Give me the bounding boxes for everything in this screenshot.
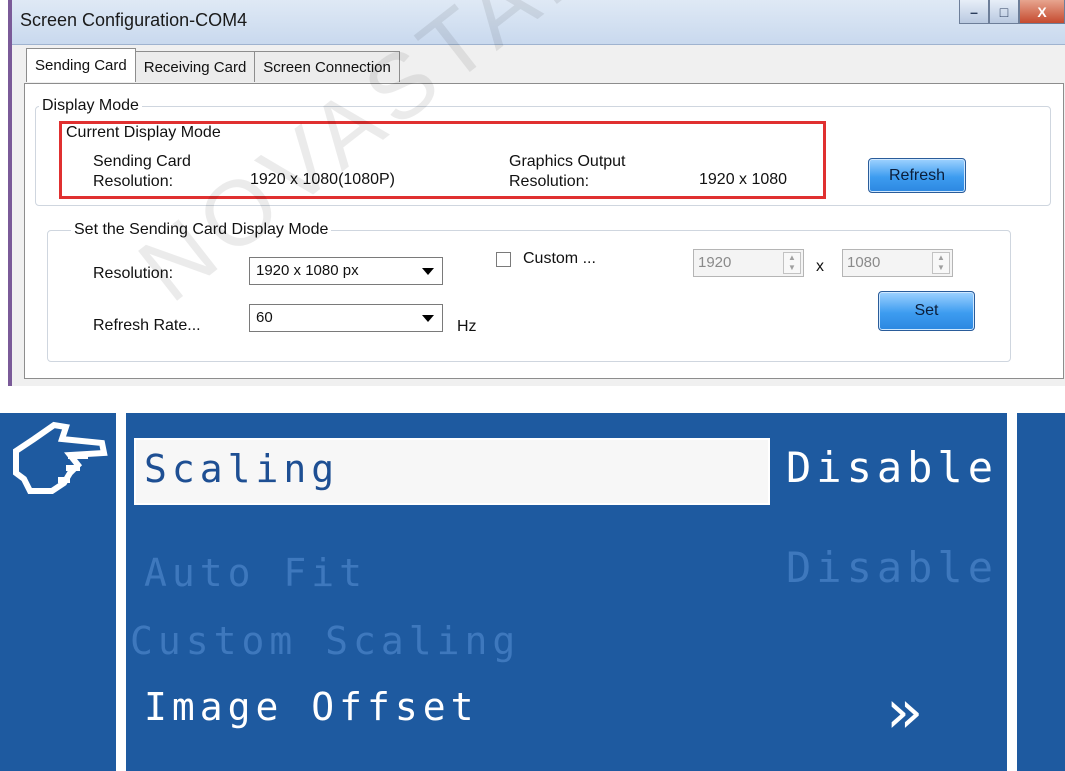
hand-pointer-icon — [13, 421, 108, 494]
tab-bar: Sending Card Receiving Card Screen Conne… — [26, 48, 400, 82]
tab-receiving-card[interactable]: Receiving Card — [134, 51, 256, 82]
custom-width-value: 1920 — [698, 254, 732, 271]
hz-label: Hz — [457, 318, 477, 335]
display-mode-label: Display Mode — [39, 97, 142, 115]
times-label: x — [816, 258, 824, 275]
custom-checkbox[interactable] — [496, 252, 511, 267]
custom-height-value: 1080 — [847, 254, 881, 271]
custom-width-spinner[interactable]: 1920 ▲ ▼ — [693, 249, 804, 277]
sending-card-resolution-label-line1: Sending Card — [93, 153, 191, 170]
double-chevron-right-icon[interactable]: » — [886, 677, 922, 747]
maximize-button[interactable]: □ — [989, 0, 1019, 24]
resolution-select[interactable]: 1920 x 1080 px — [249, 257, 443, 285]
sending-card-resolution-label-line2: Resolution: — [93, 173, 174, 190]
graphics-output-resolution-label-line1: Graphics Output — [509, 153, 626, 170]
menu-item-scaling-label[interactable]: Scaling — [144, 447, 339, 491]
tab-screen-connection[interactable]: Screen Connection — [254, 51, 400, 82]
title-bar: Screen Configuration-COM4 – □ X — [12, 0, 1065, 45]
refresh-button[interactable]: Refresh — [868, 158, 966, 193]
menu-item-image-offset-label[interactable]: Image Offset — [144, 685, 479, 729]
sending-card-resolution-value: 1920 x 1080(1080P) — [250, 171, 395, 188]
menu-item-auto-fit-value: Disable — [786, 543, 999, 592]
tab-sending-card[interactable]: Sending Card — [26, 48, 136, 82]
menu-item-custom-scaling-label: Custom Scaling — [130, 619, 521, 663]
set-button[interactable]: Set — [878, 291, 975, 331]
resolution-select-value: 1920 x 1080 px — [256, 262, 359, 279]
resolution-label: Resolution: — [93, 265, 174, 282]
window-title: Screen Configuration-COM4 — [20, 10, 248, 30]
menu-item-auto-fit-label: Auto Fit — [144, 551, 368, 595]
set-display-mode-label: Set the Sending Card Display Mode — [71, 221, 332, 239]
refresh-rate-select[interactable]: 60 — [249, 304, 443, 332]
lcd-menu-panel: Scaling Disable Auto Fit Disable Custom … — [0, 413, 1065, 771]
close-button[interactable]: X — [1019, 0, 1065, 24]
window-controls: – □ X — [959, 0, 1065, 26]
spinner-arrows-icon[interactable]: ▲ ▼ — [783, 252, 801, 274]
custom-label: Custom ... — [523, 250, 596, 267]
chevron-down-icon — [422, 315, 434, 322]
refresh-rate-label: Refresh Rate... — [93, 317, 201, 334]
tab-panel-sending-card: Display Mode Current Display Mode Sendin… — [24, 83, 1064, 379]
graphics-output-resolution-label-line2: Resolution: — [509, 173, 590, 190]
minimize-button[interactable]: – — [959, 0, 989, 24]
custom-height-spinner[interactable]: 1080 ▲ ▼ — [842, 249, 953, 277]
refresh-rate-select-value: 60 — [256, 309, 273, 326]
menu-item-scaling-value: Disable — [786, 443, 999, 492]
divider-right — [1007, 413, 1017, 771]
chevron-down-icon — [422, 268, 434, 275]
spinner-arrows-icon[interactable]: ▲ ▼ — [932, 252, 950, 274]
graphics-output-resolution-value: 1920 x 1080 — [699, 171, 788, 188]
screen-configuration-window: Screen Configuration-COM4 – □ X Sending … — [8, 0, 1065, 386]
